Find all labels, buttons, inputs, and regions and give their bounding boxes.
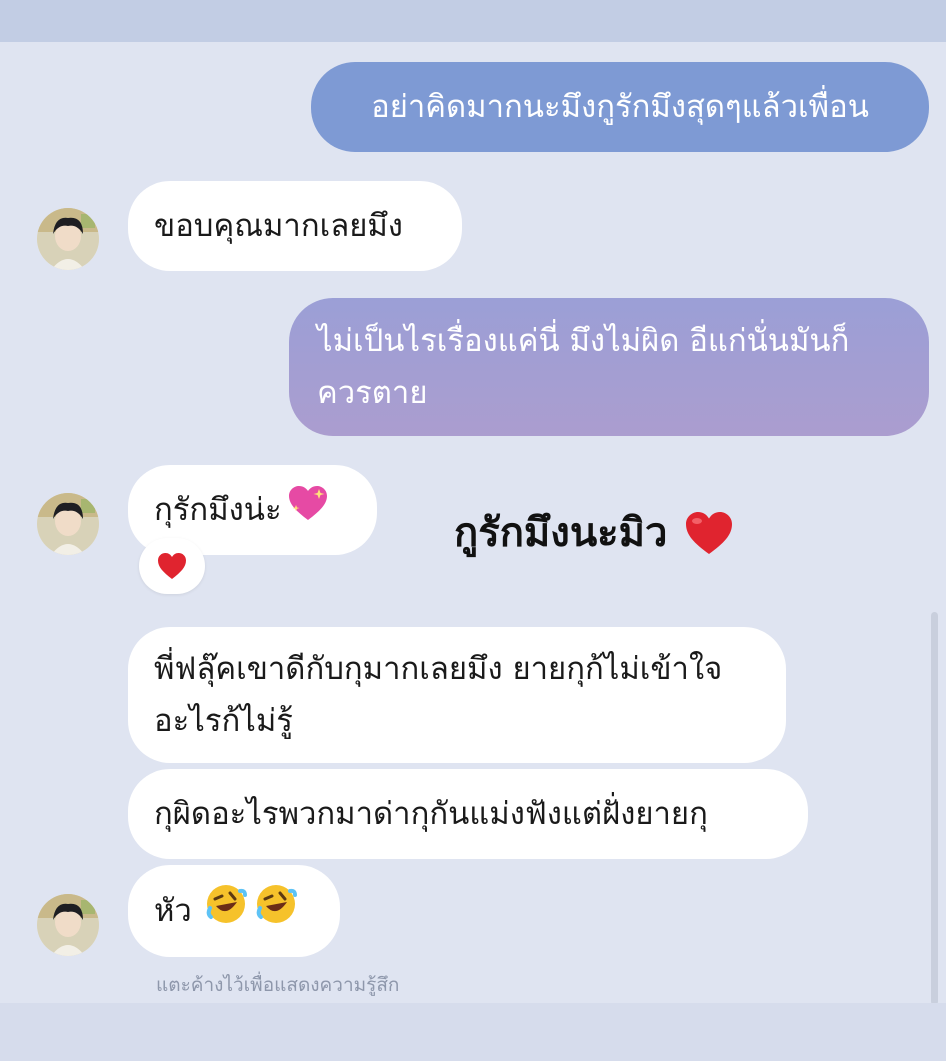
message-text: อย่าคิดมากนะมึงกูรักมึงสุดๆแล้วเพื่อน (371, 89, 869, 125)
message-text: กุรักมึงน่ะ (154, 492, 282, 528)
scrollbar[interactable] (931, 612, 938, 1005)
overlay-caption-text: กูรักมึงนะมิว (454, 510, 668, 556)
sparkling-heart-icon (286, 483, 330, 537)
avatar[interactable] (37, 208, 99, 270)
incoming-message-bubble[interactable]: กุผิดอะไรพวกมาด่ากุกันแม่งฟังแต่ฝั่งยายก… (128, 769, 808, 859)
rolling-laughing-face-icon (204, 882, 248, 940)
message-text: พี่ฟลุ๊คเขาดีกับกุมากเลยมึง ยายกุก้ไม่เข… (154, 651, 723, 739)
message-text: หัว (154, 893, 192, 929)
message-text: ไม่เป็นไรเรื่องแค่นี่ มึงไม่ผิด อีแก่นั่… (317, 323, 850, 411)
incoming-message-bubble[interactable]: พี่ฟลุ๊คเขาดีกับกุมากเลยมึง ยายกุก้ไม่เข… (128, 627, 786, 763)
outgoing-message-bubble[interactable]: อย่าคิดมากนะมึงกูรักมึงสุดๆแล้วเพื่อน (311, 62, 929, 152)
top-bar (0, 0, 946, 42)
incoming-message-bubble[interactable]: ขอบคุณมากเลยมึง (128, 181, 462, 271)
reaction-badge[interactable] (139, 538, 205, 594)
heart-icon (686, 512, 733, 554)
overlay-caption: กูรักมึงนะมิว (454, 503, 735, 563)
outgoing-message-bubble[interactable]: ไม่เป็นไรเรื่องแค่นี่ มึงไม่ผิด อีแก่นั่… (289, 298, 929, 436)
message-text: กุผิดอะไรพวกมาด่ากุกันแม่งฟังแต่ฝั่งยายก… (154, 796, 708, 832)
rolling-laughing-face-icon (254, 882, 298, 940)
reaction-hint-text: แตะค้างไว้เพื่อแสดงความรู้สึก (156, 974, 400, 996)
bottom-bar (0, 1003, 946, 1061)
avatar[interactable] (37, 894, 99, 956)
incoming-message-bubble[interactable]: หัว (128, 865, 340, 957)
avatar[interactable] (37, 493, 99, 555)
heart-icon (158, 553, 186, 579)
message-text: ขอบคุณมากเลยมึง (154, 208, 403, 244)
